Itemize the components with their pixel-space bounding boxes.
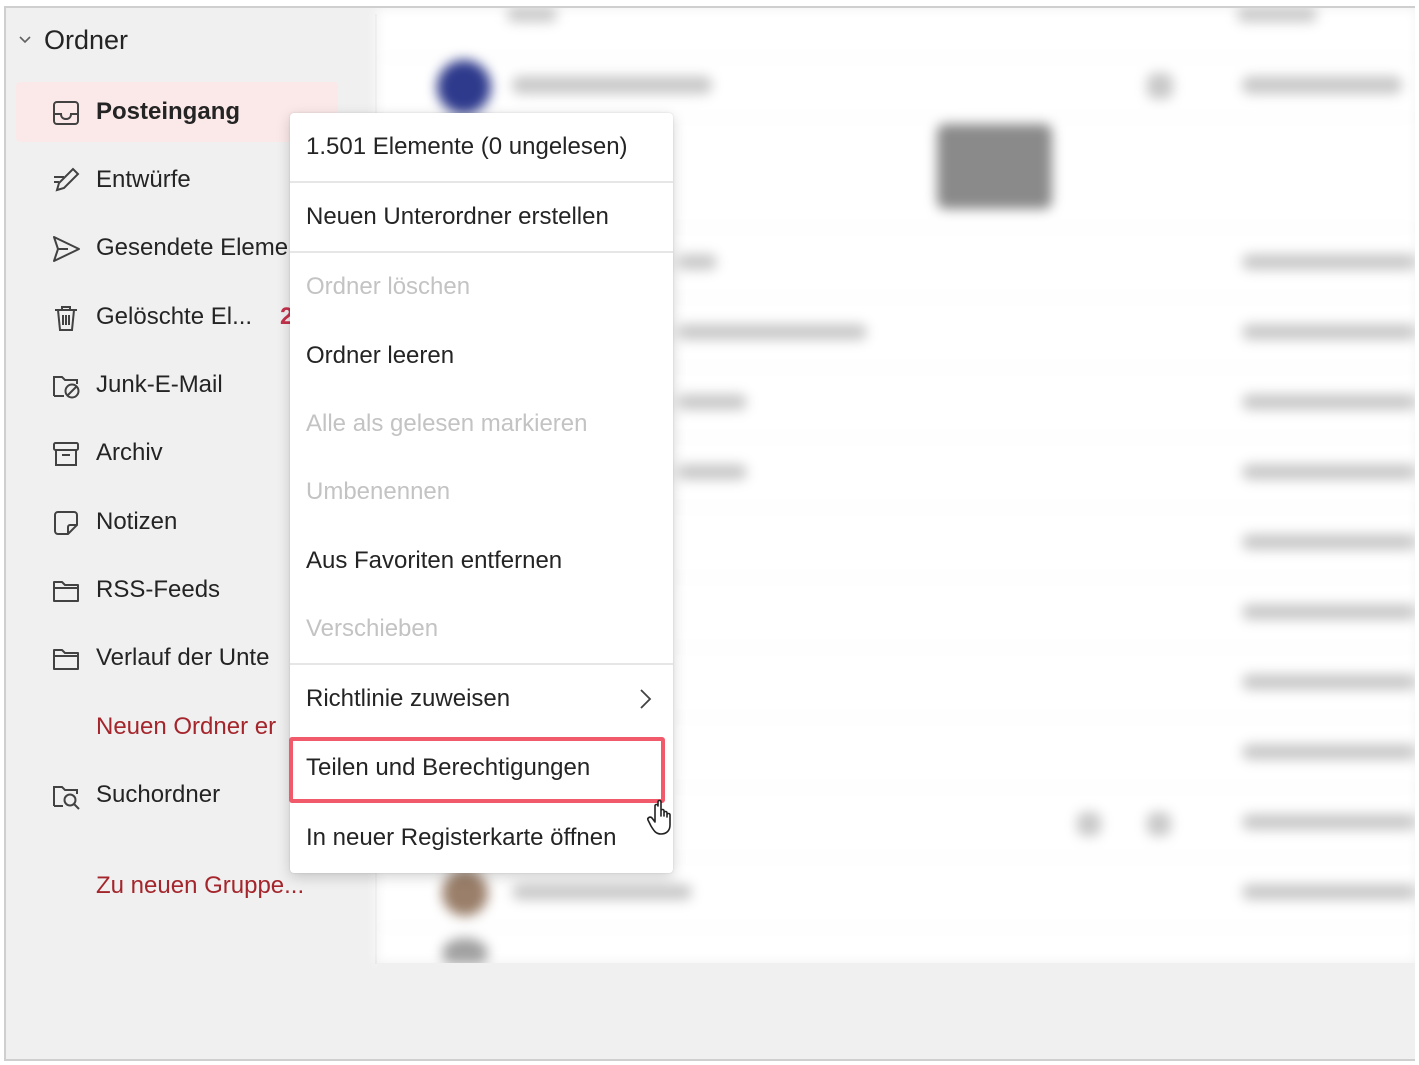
sidebar-item-label: RSS-Feeds xyxy=(96,576,221,603)
mark-all-read-menu-item: Alle als gelesen markieren xyxy=(306,410,588,437)
share-and-permissions-menu-item[interactable]: Teilen und Berechtigungen xyxy=(290,734,673,802)
app-frame: Ordner Posteingang Entwürfe Gesendete El… xyxy=(4,6,1415,1061)
empty-folder-menu-item[interactable]: Ordner leeren xyxy=(290,322,673,390)
chevron-down-icon xyxy=(19,36,31,44)
sidebar-item-label: Entwürfe xyxy=(96,166,191,193)
create-subfolder-menu-item[interactable]: Neuen Unterordner erstellen xyxy=(290,183,673,251)
sidebar-item-label: Archiv xyxy=(96,439,163,466)
sidebar-item-label: Verlauf der Unte xyxy=(96,644,270,671)
junk-icon xyxy=(53,376,80,399)
move-menu-item: Verschieben xyxy=(306,615,439,642)
sidebar-item-label: Gelöschte El... xyxy=(96,303,253,330)
sidebar-item-label: Posteingang xyxy=(96,98,241,125)
remove-from-favorites-menu-item[interactable]: Aus Favoriten entfernen xyxy=(290,527,673,595)
sidebar-item-label: Notizen xyxy=(96,508,178,535)
sidebar-item-label: Gesendete Eleme xyxy=(96,234,289,261)
hand-cursor-icon xyxy=(647,799,671,835)
pencil-icon xyxy=(54,167,80,192)
assign-policy-menu-item[interactable]: Richtlinie zuweisen xyxy=(290,665,673,733)
folders-title: Ordner xyxy=(44,24,129,55)
open-in-new-tab-menu-item[interactable]: In neuer Registerkarte öffnen xyxy=(290,804,673,872)
new-folder-label: Neuen Ordner er xyxy=(96,713,277,740)
trash-icon xyxy=(55,306,77,331)
sidebar-item-label: Suchordner xyxy=(96,781,221,808)
send-icon xyxy=(53,236,80,262)
list-footer-area xyxy=(377,963,1415,1059)
note-icon xyxy=(54,511,78,535)
archive-icon xyxy=(53,442,79,466)
sidebar-item-label: Junk-E-Mail xyxy=(96,371,223,398)
chevron-right-icon xyxy=(640,689,652,709)
assign-policy-label: Richtlinie zuweisen xyxy=(306,685,511,712)
folder-icon xyxy=(53,649,79,670)
delete-folder-menu-item: Ordner löschen xyxy=(306,273,471,300)
rename-menu-item: Umbenennen xyxy=(306,478,451,505)
folder-icon xyxy=(53,581,79,602)
inbox-icon xyxy=(53,101,79,125)
folder-item-count-info: 1.501 Elemente (0 ungelesen) xyxy=(306,133,628,160)
go-to-groups-label: Zu neuen Gruppe... xyxy=(96,872,305,899)
search-folder-icon xyxy=(53,786,80,810)
folders-header[interactable]: Ordner xyxy=(18,20,128,60)
folder-context-menu: 1.501 Elemente (0 ungelesen) Neuen Unter… xyxy=(290,113,673,873)
